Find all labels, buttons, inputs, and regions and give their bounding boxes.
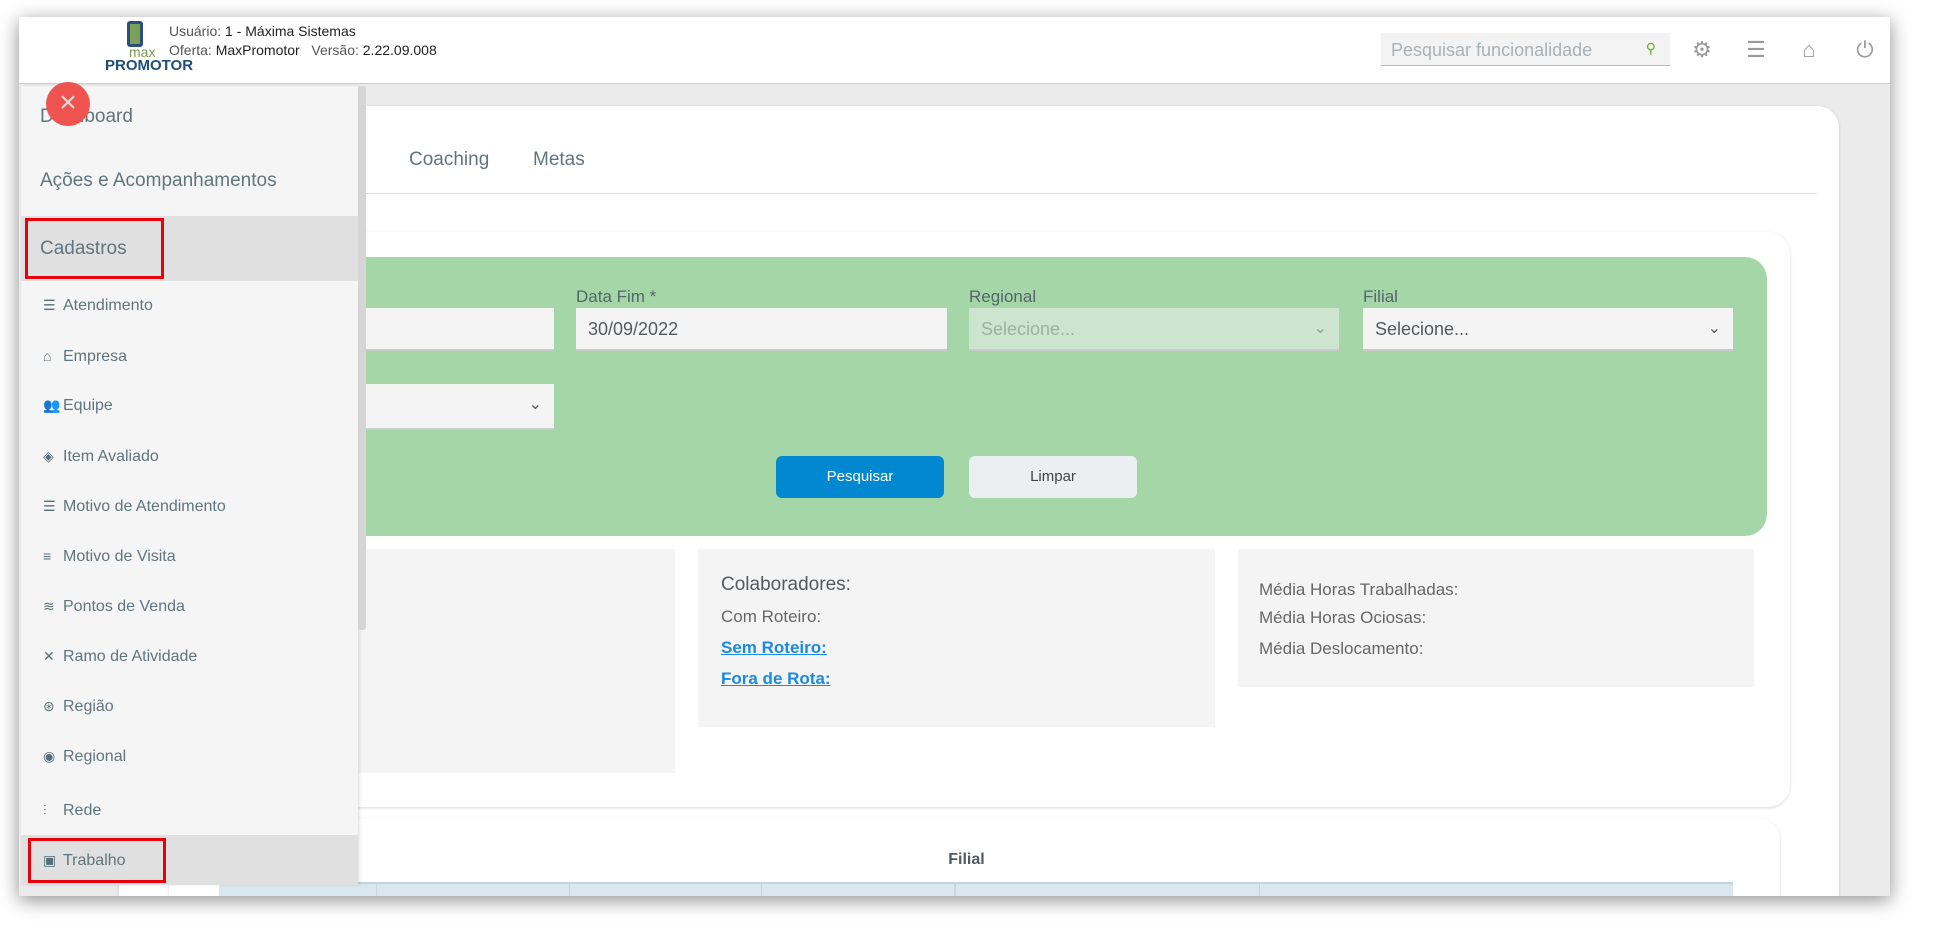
sidebar-menu: Dashboard Ações e Acompanhamentos Cadast… (21, 86, 358, 885)
filial-select[interactable]: Selecione... ⌄ (1363, 308, 1733, 351)
pesquisar-button[interactable]: Pesquisar (776, 456, 944, 498)
top-header: max PROMOTOR Usuário: 1 - Máxima Sistema… (19, 17, 1890, 84)
sidebar-item-acoes[interactable]: Ações e Acompanhamentos (21, 170, 358, 192)
app-window: max PROMOTOR Usuário: 1 - Máxima Sistema… (19, 17, 1890, 896)
sidebar-item-empresa[interactable]: ⌂ Empresa (21, 331, 358, 381)
database-icon: ≋ (43, 598, 55, 614)
data-fim-label: Data Fim * (576, 287, 657, 306)
search-icon[interactable]: ⚲ (1646, 40, 1656, 57)
table-header-row (219, 882, 1733, 896)
sidebar-item-atendimento[interactable]: ☰ Atendimento (21, 280, 358, 330)
sidebar-item-label: Motivo de Atendimento (63, 498, 226, 515)
sidebar-item-label: Regional (63, 748, 127, 765)
regional-select: Selecione... ⌄ (969, 308, 1339, 351)
sidebar-item-ramo-de-atividade[interactable]: ✕ Ramo de Atividade (21, 631, 358, 681)
home-icon[interactable]: ⌂ (1796, 37, 1822, 63)
power-icon[interactable]: ⏻ (1852, 37, 1878, 63)
chevron-down-icon: ⌄ (1313, 320, 1327, 337)
sidebar-item-motivo-de-visita[interactable]: ≡ Motivo de Visita (21, 531, 358, 581)
home-icon: ⌂ (43, 348, 52, 364)
sidebar-item-item-avaliado[interactable]: ◈ Item Avaliado (21, 431, 358, 481)
sidebar-item-label: Atendimento (63, 297, 153, 314)
tab-coaching[interactable]: Coaching (409, 149, 489, 171)
sidebar-item-label: Item Avaliado (63, 448, 159, 465)
bars-icon: ≡ (43, 548, 52, 564)
limpar-button[interactable]: Limpar (969, 456, 1137, 498)
logo: max PROMOTOR (105, 21, 193, 81)
compass-icon: ◉ (43, 748, 56, 764)
sidebar-item-label: Empresa (63, 348, 128, 365)
close-menu-button[interactable]: × (46, 82, 90, 126)
sidebar-item-rede[interactable]: ⫶ Rede (21, 785, 358, 835)
close-icon: × (59, 86, 77, 119)
list-icon: ☰ (43, 297, 56, 313)
highlight-box-cadastros (25, 218, 164, 279)
sidebar-item-label: Pontos de Venda (63, 598, 185, 615)
sidebar-item-pontos-de-venda[interactable]: ≋ Pontos de Venda (21, 581, 358, 631)
com-roteiro-label: Com Roteiro: (721, 607, 822, 626)
filial-label: Filial (1363, 287, 1398, 306)
settings-gear-icon[interactable]: ⚙ (1689, 37, 1715, 63)
sem-roteiro-link[interactable]: Sem Roteiro: (721, 638, 827, 658)
document-icon[interactable]: ☰ (1743, 37, 1769, 63)
cube-icon: ◈ (43, 448, 54, 464)
sidebar-item-label: Equipe (63, 397, 113, 414)
search-input[interactable]: Pesquisar funcionalidade ⚲ (1381, 33, 1670, 66)
media-horas-ociosas: Média Horas Ociosas: (1259, 608, 1427, 627)
sidebar-scrollbar[interactable] (358, 86, 366, 630)
users-icon: 👥 (43, 397, 61, 413)
chevron-down-icon: ⌄ (1707, 320, 1721, 337)
table-title: Filial (948, 851, 985, 868)
tabs-divider (169, 193, 1817, 194)
sidebar-item-label: Rede (63, 802, 102, 819)
chevron-down-icon: ⌄ (528, 396, 542, 413)
globe-icon: ⊛ (43, 698, 55, 714)
media-horas-trabalhadas: Média Horas Trabalhadas: (1259, 580, 1459, 599)
media-deslocamento: Média Deslocamento: (1259, 639, 1424, 658)
arrows-icon: ✕ (43, 648, 55, 664)
sitemap-icon: ⫶ (43, 802, 47, 818)
sidebar-item-label: Motivo de Visita (63, 548, 176, 565)
fora-rota-link[interactable]: Fora de Rota: (721, 669, 831, 689)
tab-metas[interactable]: Metas (533, 149, 585, 171)
sidebar-item-regional[interactable]: ◉ Regional (21, 731, 358, 781)
sidebar-item-equipe[interactable]: 👥 Equipe (21, 380, 358, 430)
sidebar-item-regi-o[interactable]: ⊛ Região (21, 681, 358, 731)
user-info: Usuário: 1 - Máxima Sistemas Oferta: Max… (169, 23, 437, 58)
data-fim-input[interactable]: 30/09/2022 (576, 308, 947, 351)
list-icon: ☰ (43, 498, 56, 514)
colaboradores-label: Colaboradores: (721, 574, 851, 595)
regional-label: Regional (969, 287, 1037, 306)
sidebar-item-label: Ramo de Atividade (63, 648, 198, 665)
sidebar-item-label: Região (63, 698, 114, 715)
sidebar-item-motivo-de-atendimento[interactable]: ☰ Motivo de Atendimento (21, 481, 358, 531)
highlight-box-trabalho (28, 838, 166, 883)
